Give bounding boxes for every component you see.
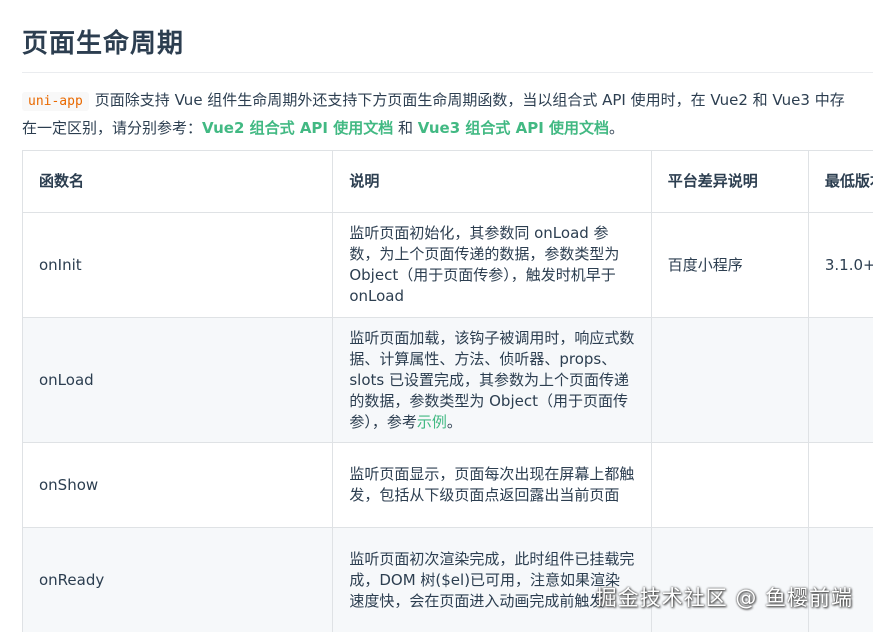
cell-version (807, 527, 873, 632)
intro-text-1: 页面除支持 Vue 组件生命周期外还支持下方页面生命周期函数，当以组合式 API… (94, 91, 845, 109)
example-link[interactable]: 示例 (417, 413, 447, 431)
cell-description: 监听页面显示，页面每次出现在屏幕上都触发，包括从下级页面点返回露出当前页面 (332, 442, 652, 528)
and-text: 和 (393, 119, 418, 137)
intro-suffix: 。 (609, 119, 625, 137)
table-row: onLoad 监听页面加载，该钩子被调用时，响应式数据、计算属性、方法、侦听器、… (21, 317, 873, 443)
cell-function-name: onLoad (21, 317, 334, 443)
cell-platform: 百度小程序 (650, 212, 809, 318)
description-text: 监听页面加载，该钩子被调用时，响应式数据、计算属性、方法、侦听器、props、s… (349, 328, 635, 431)
cell-platform (650, 317, 809, 443)
lifecycle-table: 函数名 说明 平台差异说明 最低版本 onInit 监听页面初始化，其参数同 o… (21, 150, 873, 632)
table-header-row: 函数名 说明 平台差异说明 最低版本 (21, 150, 873, 213)
intro-line-2: 在一定区别，请分别参考：Vue2 组合式 API 使用文档 和 Vue3 组合式… (22, 115, 873, 141)
cell-version: 3.1.0+ (807, 212, 873, 318)
title-divider (22, 72, 873, 73)
header-function-name: 函数名 (21, 150, 334, 213)
cell-platform (650, 527, 809, 632)
juejin-watermark: 掘金技术社区 @ 鱼樱前端 (595, 586, 853, 610)
vue3-doc-link[interactable]: Vue3 组合式 API 使用文档 (418, 119, 609, 137)
code-tag: uni-app (22, 92, 89, 111)
cell-description: 监听页面初次渲染完成，此时组件已挂载完成，DOM 树($el)已可用，注意如果渲… (332, 527, 652, 632)
cell-function-name: onShow (21, 442, 334, 528)
page-title: 页面生命周期 (22, 29, 185, 59)
doc-page: 页面生命周期 uni-app 页面除支持 Vue 组件生命周期外还支持下方页面生命… (22, 0, 873, 141)
cell-platform (650, 442, 809, 528)
intro-text-2: 在一定区别，请分别参考： (22, 119, 203, 137)
header-description: 说明 (332, 150, 652, 213)
vue2-doc-link[interactable]: Vue2 组合式 API 使用文档 (202, 119, 393, 137)
table-row: onReady 监听页面初次渲染完成，此时组件已挂载完成，DOM 树($el)已… (21, 527, 873, 632)
cell-description: 监听页面初始化，其参数同 onLoad 参数，为上个页面传递的数据，参数类型为 … (332, 212, 652, 318)
description-suffix: 。 (446, 412, 462, 431)
cell-version (807, 317, 873, 443)
cell-function-name: onReady (21, 527, 334, 632)
intro-line-1: uni-app 页面除支持 Vue 组件生命周期外还支持下方页面生命周期函数，当以… (22, 87, 873, 115)
cell-function-name: onInit (21, 212, 334, 318)
header-platform: 平台差异说明 (650, 150, 809, 213)
cell-version (807, 442, 873, 528)
header-min-version: 最低版本 (807, 150, 873, 213)
intro-paragraph: uni-app 页面除支持 Vue 组件生命周期外还支持下方页面生命周期函数，当以… (22, 87, 873, 141)
cell-description: 监听页面加载，该钩子被调用时，响应式数据、计算属性、方法、侦听器、props、s… (332, 317, 652, 443)
table-row: onInit 监听页面初始化，其参数同 onLoad 参数，为上个页面传递的数据… (21, 212, 873, 318)
table-row: onShow 监听页面显示，页面每次出现在屏幕上都触发，包括从下级页面点返回露出… (21, 442, 873, 528)
